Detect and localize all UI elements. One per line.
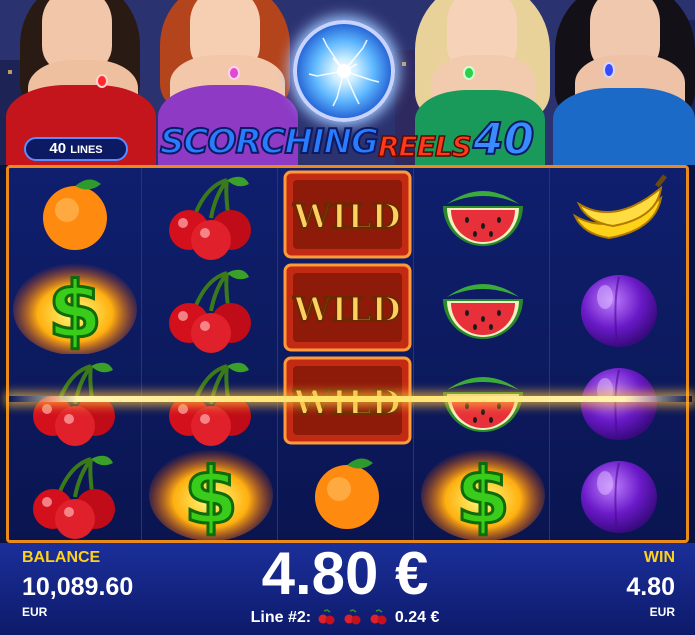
win-label: WIN	[643, 549, 675, 566]
banana-icon	[572, 174, 667, 240]
svg-text:$: $	[456, 452, 510, 540]
cherry-symbol	[145, 261, 278, 354]
character-blue-dress	[545, 0, 695, 165]
dollar-icon: $	[149, 449, 273, 540]
plum-icon	[581, 275, 657, 347]
watermelon-symbol	[417, 261, 550, 354]
crystal-ball-icon	[293, 20, 395, 122]
logo-number: 40	[472, 113, 535, 165]
wild-icon: WILD	[283, 263, 412, 352]
reel-5	[553, 168, 686, 540]
banana-symbol	[553, 168, 686, 261]
dollar-icon: $	[13, 263, 137, 354]
game-logo: SCORCHING REELS 40	[159, 112, 550, 165]
line-win-info: Line #2: 0.24 €	[200, 609, 490, 627]
reel-1: $	[9, 168, 142, 540]
cherry-icon	[318, 609, 335, 625]
svg-text:WILD: WILD	[292, 383, 400, 423]
reel-3: WILD WILD WILD	[281, 168, 414, 540]
svg-text:$: $	[48, 266, 102, 354]
lines-number: 40	[49, 140, 67, 157]
reels-frame[interactable]: $ $ WILD WILD WILD $	[6, 165, 692, 543]
plum-icon	[581, 461, 657, 533]
dollar-icon: $	[421, 449, 545, 540]
game-header: 40 LINES SCORCHING REELS 40	[0, 0, 695, 165]
balance-label: BALANCE	[22, 549, 101, 566]
orange-symbol	[281, 447, 414, 540]
watermelon-icon	[443, 191, 523, 246]
dollar-symbol: $	[145, 447, 278, 540]
plum-symbol	[553, 447, 686, 540]
reel-2: $	[145, 168, 278, 540]
balance-value: 10,089.60	[22, 573, 134, 601]
wild-icon: WILD	[283, 170, 412, 259]
orange-symbol	[9, 168, 142, 261]
lines-badge: 40 LINES	[24, 137, 128, 161]
reel-4: $	[417, 168, 550, 540]
balance-currency: EUR	[22, 605, 48, 619]
line-win-amount: 0.24 €	[394, 609, 440, 626]
cherry-symbol	[145, 168, 278, 261]
logo-word-reels: REELS	[377, 129, 472, 164]
orange-icon	[315, 458, 379, 529]
watermelon-symbol	[417, 168, 550, 261]
cherry-icon	[169, 269, 251, 353]
winning-payline	[9, 396, 692, 402]
cherry-icon	[370, 609, 387, 625]
dollar-symbol: $	[9, 261, 142, 354]
cherry-icon	[33, 455, 115, 539]
svg-text:$: $	[184, 452, 238, 540]
logo-word-scorching: SCORCHING	[159, 121, 380, 163]
plum-symbol	[553, 261, 686, 354]
dollar-symbol: $	[417, 447, 550, 540]
svg-text:WILD: WILD	[292, 197, 400, 237]
watermelon-icon	[443, 284, 523, 339]
cherry-icon	[344, 609, 361, 625]
svg-text:WILD: WILD	[292, 290, 400, 330]
line-win-prefix: Line #2:	[250, 609, 312, 626]
orange-icon	[43, 179, 107, 250]
cherry-icon	[169, 176, 251, 260]
wild-symbol: WILD	[281, 168, 414, 261]
win-currency: EUR	[649, 605, 675, 619]
info-panel: BALANCE 10,089.60 EUR 4.80 € Line #2: 0.…	[0, 543, 695, 635]
cherry-symbol	[9, 447, 142, 540]
wild-symbol: WILD	[281, 261, 414, 354]
total-win-amount: 4.80 €	[261, 540, 429, 607]
lines-word: LINES	[70, 144, 103, 156]
win-value: 4.80	[626, 573, 675, 601]
